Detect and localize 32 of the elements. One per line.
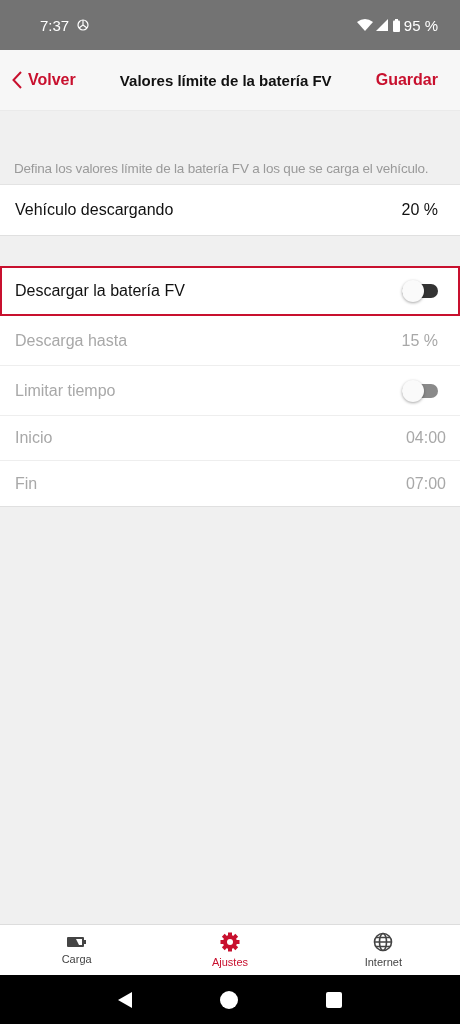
battery-percent: 95 %: [403, 16, 438, 34]
setting-row[interactable]: Vehículo descargando 20 %: [0, 185, 460, 235]
back-button[interactable]: Volver: [12, 71, 76, 89]
setting-value: 07:00: [405, 474, 446, 493]
steering-wheel-icon: [77, 19, 90, 31]
setting-label: Descarga hasta: [15, 331, 129, 350]
setting-label: Limitar tiempo: [15, 381, 117, 400]
globe-icon: [373, 932, 394, 952]
battery-icon: [66, 935, 87, 949]
chevron-left-icon: [12, 71, 22, 89]
page-title: Valores límite de la batería FV: [118, 71, 333, 89]
settings-icon: [220, 932, 240, 952]
setting-label: Vehículo descargando: [15, 201, 175, 219]
setting-value: 04:00: [405, 429, 446, 447]
setting-value: 15 %: [401, 331, 438, 350]
highlighted-setting-row[interactable]: Descargar la batería FV: [0, 266, 460, 316]
setting-label: Fin: [15, 474, 39, 493]
nav-tab[interactable]: Internet: [306, 925, 460, 975]
back-nav-icon[interactable]: [118, 991, 132, 1008]
recents-nav-icon[interactable]: [326, 991, 342, 1008]
save-button[interactable]: Guardar: [375, 71, 438, 89]
setting-label: Descargar la batería FV: [15, 282, 186, 300]
setting-label: Inicio: [15, 429, 54, 447]
setting-value: 20 %: [401, 201, 438, 219]
wifi-icon: [356, 19, 373, 31]
home-nav-icon[interactable]: [220, 990, 238, 1009]
toggle-switch[interactable]: [402, 280, 438, 302]
battery-icon: [392, 18, 400, 32]
clock: 7:37: [40, 16, 70, 34]
signal-icon: [375, 19, 388, 31]
nav-tab[interactable]: Carga: [0, 925, 154, 975]
nav-tab[interactable]: Ajustes: [153, 925, 307, 975]
